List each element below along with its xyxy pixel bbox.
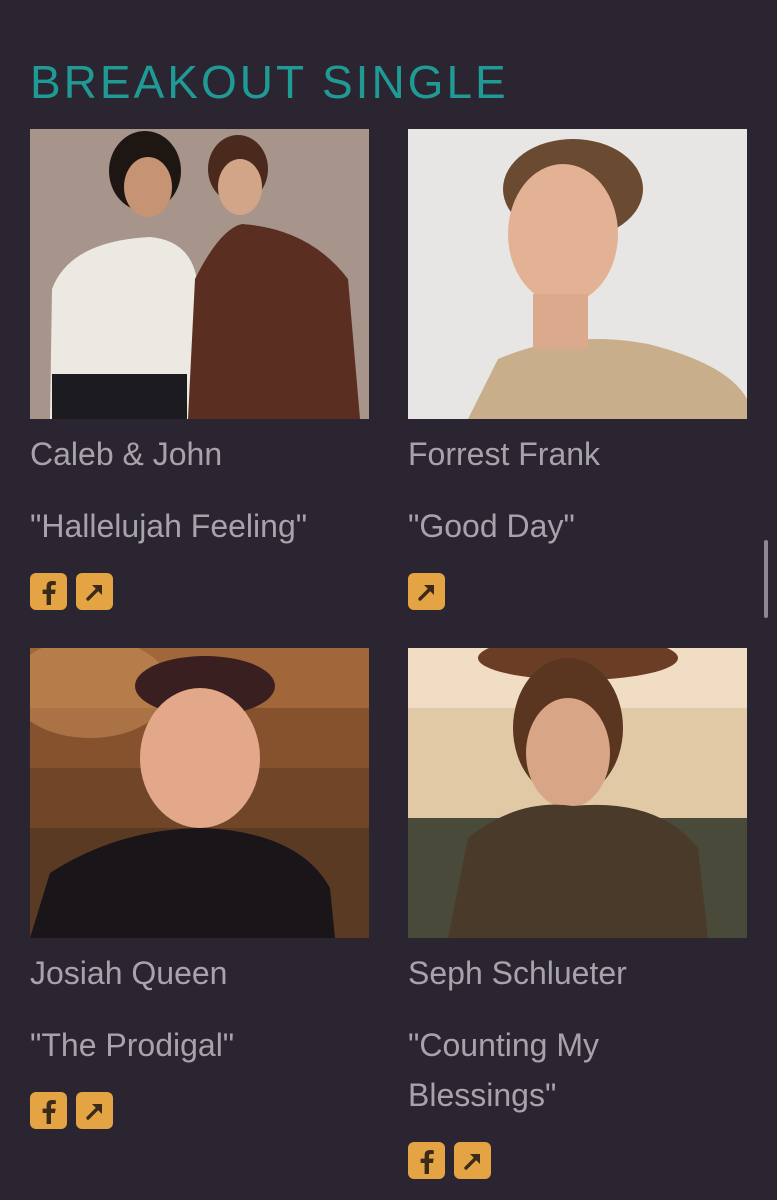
external-link-icon[interactable] (454, 1142, 491, 1179)
song-title: "The Prodigal" (30, 1027, 235, 1063)
facebook-icon[interactable] (30, 1092, 67, 1129)
artist-card-josiah-queen: Josiah Queen "The Prodigal" (30, 648, 369, 1129)
artist-name: Caleb & John (30, 436, 223, 472)
artist-card-forrest-frank: Forrest Frank "Good Day" (408, 129, 747, 610)
facebook-icon[interactable] (30, 573, 67, 610)
scrollbar[interactable] (764, 540, 768, 618)
artist-photo[interactable] (30, 129, 369, 419)
artist-name: Forrest Frank (408, 436, 601, 472)
facebook-icon[interactable] (408, 1142, 445, 1179)
external-link-icon[interactable] (408, 573, 445, 610)
song-title: "Counting My Blessings" (408, 1027, 599, 1113)
social-links (408, 1142, 747, 1179)
artist-photo[interactable] (30, 648, 369, 938)
social-links (408, 573, 747, 610)
artist-photo[interactable] (408, 648, 747, 938)
section-title: BREAKOUT SINGLE (30, 56, 509, 108)
artist-card-caleb-john: Caleb & John "Hallelujah Feeling" (30, 129, 369, 610)
external-link-icon[interactable] (76, 1092, 113, 1129)
artist-name: Josiah Queen (30, 955, 228, 991)
external-link-icon[interactable] (76, 573, 113, 610)
artist-photo[interactable] (408, 129, 747, 419)
artist-name: Seph Schlueter (408, 955, 627, 991)
artist-card-seph-schlueter: Seph Schlueter "Counting My Blessings" (408, 648, 747, 1179)
social-links (30, 573, 369, 610)
song-title: "Good Day" (408, 508, 575, 544)
social-links (30, 1092, 369, 1129)
song-title: "Hallelujah Feeling" (30, 508, 308, 544)
